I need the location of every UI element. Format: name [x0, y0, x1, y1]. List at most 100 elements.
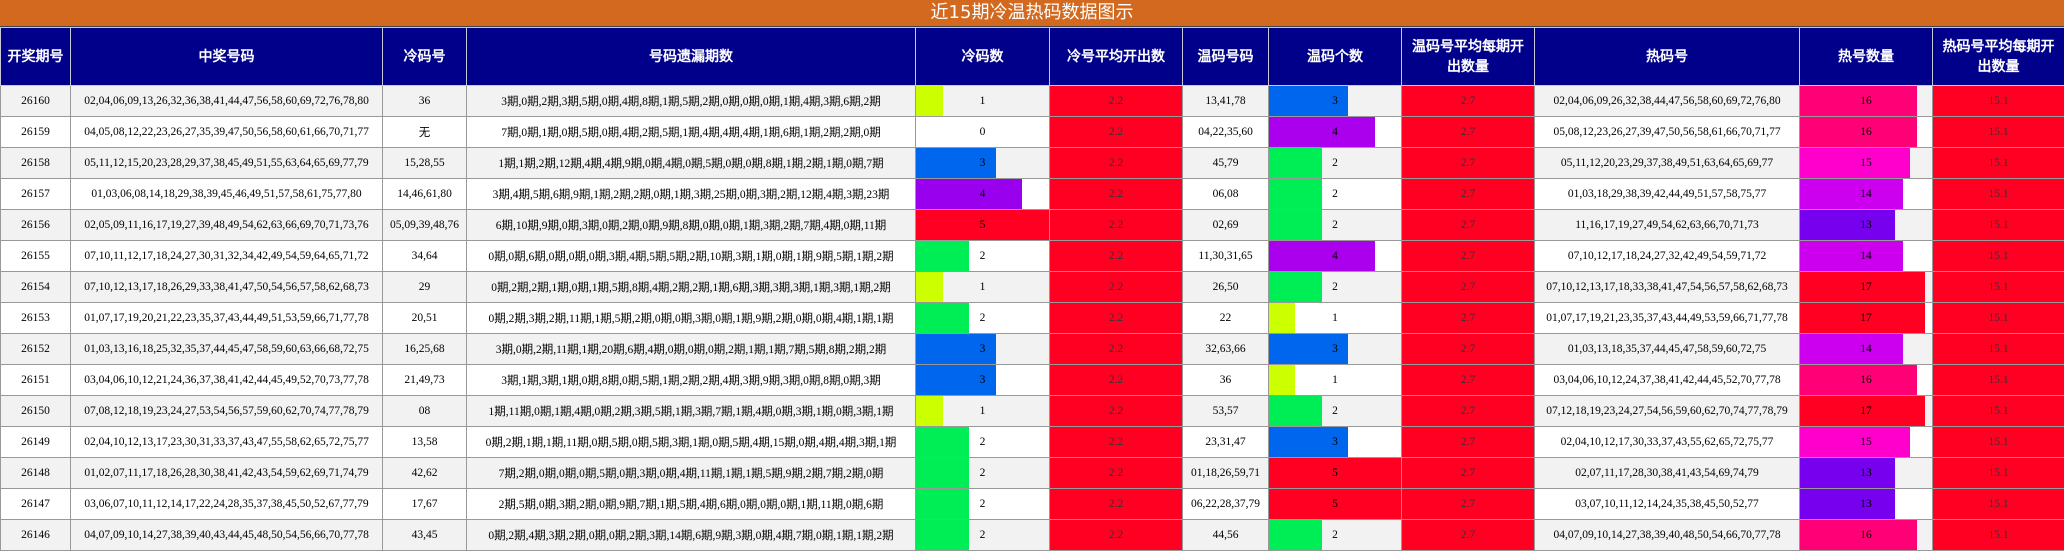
hot-average-cell: 15.1	[1933, 365, 2064, 396]
cold-count-cell-value: 5	[980, 219, 986, 231]
cold-count-cell-value: 2	[980, 312, 986, 324]
winning-numbers-cell: 04,05,08,12,22,23,26,27,35,39,47,50,56,5…	[71, 117, 383, 148]
hot-count-cell: 15	[1800, 427, 1933, 458]
issue-number-cell: 26149	[1, 427, 71, 458]
hot-count-cell-value: 15	[1860, 436, 1872, 448]
cold-count-cell: 2	[916, 427, 1050, 458]
warm-count-cell: 5	[1269, 489, 1402, 520]
warm-count-cell-bar	[1269, 520, 1322, 550]
issue-number-cell: 26157	[1, 179, 71, 210]
hot-count-cell: 17	[1800, 272, 1933, 303]
warm-count-cell-bar	[1269, 365, 1295, 395]
warm-count-cell-bar	[1269, 117, 1375, 147]
cold-count-cell: 1	[916, 86, 1050, 117]
warm-numbers-cell: 04,22,35,60	[1183, 117, 1269, 148]
miss-periods-cell: 7期,0期,1期,0期,5期,0期,4期,2期,5期,1期,4期,4期,4期,1…	[467, 117, 916, 148]
cold-count-cell: 2	[916, 489, 1050, 520]
issue-number-cell: 26150	[1, 396, 71, 427]
warm-average-cell: 2.7	[1402, 117, 1535, 148]
cold-count-cell-bar	[916, 427, 969, 457]
hot-count-cell: 14	[1800, 334, 1933, 365]
miss-periods-cell: 0期,2期,2期,1期,0期,1期,5期,8期,4期,2期,2期,1期,6期,3…	[467, 272, 916, 303]
cold-numbers-cell: 36	[383, 86, 467, 117]
winning-numbers-cell: 02,04,06,09,13,26,32,36,38,41,44,47,56,5…	[71, 86, 383, 117]
warm-count-cell: 3	[1269, 334, 1402, 365]
hot-count-cell-bar	[1800, 458, 1895, 488]
issue-number-cell: 26158	[1, 148, 71, 179]
hot-count-cell-bar	[1800, 520, 1917, 550]
issue-number-cell: 26155	[1, 241, 71, 272]
cold-count-cell-value: 3	[980, 374, 986, 386]
warm-count-cell: 1	[1269, 303, 1402, 334]
hot-count-cell: 14	[1800, 179, 1933, 210]
hot-count-cell-value: 16	[1860, 126, 1872, 138]
hot-count-cell-bar	[1800, 427, 1910, 457]
hot-count-cell: 16	[1800, 117, 1933, 148]
hot-numbers-cell: 02,04,06,09,26,32,38,44,47,56,58,60,69,7…	[1535, 86, 1800, 117]
warm-numbers-cell: 23,31,47	[1183, 427, 1269, 458]
warm-numbers-cell: 36	[1183, 365, 1269, 396]
header-warm-numbers: 温码号码	[1183, 28, 1269, 86]
cold-count-cell: 2	[916, 303, 1050, 334]
hot-count-cell-bar	[1800, 210, 1895, 240]
miss-periods-cell: 7期,2期,0期,0期,0期,5期,0期,3期,0期,4期,11期,1期,1期,…	[467, 458, 916, 489]
hot-count-cell: 17	[1800, 303, 1933, 334]
cold-count-cell-value: 2	[980, 529, 986, 541]
cold-count-cell: 5	[916, 210, 1050, 241]
cold-numbers-cell: 17,67	[383, 489, 467, 520]
cold-numbers-cell: 13,58	[383, 427, 467, 458]
header-warm-count: 温码个数	[1269, 28, 1402, 86]
warm-count-cell-bar	[1269, 179, 1322, 209]
hot-count-cell: 13	[1800, 489, 1933, 520]
warm-count-cell-value: 2	[1332, 529, 1338, 541]
cold-average-cell: 2.2	[1050, 241, 1183, 272]
warm-count-cell: 2	[1269, 210, 1402, 241]
hot-average-cell: 15.1	[1933, 489, 2064, 520]
warm-count-cell-value: 4	[1332, 250, 1338, 262]
header-cold-numbers: 冷码号	[383, 28, 467, 86]
hot-count-cell-value: 14	[1860, 188, 1872, 200]
cold-numbers-cell: 29	[383, 272, 467, 303]
miss-periods-cell: 0期,0期,6期,0期,0期,0期,3期,4期,5期,5期,2期,10期,3期,…	[467, 241, 916, 272]
warm-average-cell: 2.7	[1402, 489, 1535, 520]
hot-average-cell: 15.1	[1933, 86, 2064, 117]
warm-average-cell: 2.7	[1402, 365, 1535, 396]
cold-average-cell: 2.2	[1050, 86, 1183, 117]
hot-count-cell: 14	[1800, 241, 1933, 272]
cold-average-cell: 2.2	[1050, 334, 1183, 365]
cold-count-cell-value: 3	[980, 157, 986, 169]
hot-count-cell-value: 13	[1860, 498, 1872, 510]
cold-count-cell: 2	[916, 520, 1050, 551]
hot-count-cell-bar	[1800, 489, 1895, 519]
hot-numbers-cell: 03,04,06,10,12,24,37,38,41,42,44,45,52,7…	[1535, 365, 1800, 396]
warm-numbers-cell: 26,50	[1183, 272, 1269, 303]
cold-numbers-cell: 05,09,39,48,76	[383, 210, 467, 241]
cold-count-cell-bar	[916, 272, 943, 302]
miss-periods-cell: 2期,5期,0期,3期,2期,0期,9期,7期,1期,5期,4期,6期,0期,0…	[467, 489, 916, 520]
warm-average-cell: 2.7	[1402, 210, 1535, 241]
hot-average-cell: 15.1	[1933, 427, 2064, 458]
winning-numbers-cell: 02,05,09,11,16,17,19,27,39,48,49,54,62,6…	[71, 210, 383, 241]
table-row: 2614604,07,09,10,14,27,38,39,40,43,44,45…	[1, 520, 2064, 551]
cold-average-cell: 2.2	[1050, 117, 1183, 148]
issue-number-cell: 26151	[1, 365, 71, 396]
cold-count-cell-bar	[916, 458, 969, 488]
warm-count-cell-bar	[1269, 210, 1322, 240]
warm-numbers-cell: 02,69	[1183, 210, 1269, 241]
hot-count-cell-bar	[1800, 365, 1917, 395]
hot-count-cell-bar	[1800, 117, 1917, 147]
cold-count-cell: 2	[916, 458, 1050, 489]
warm-count-cell-value: 3	[1332, 95, 1338, 107]
page-title: 近15期冷温热码数据图示	[0, 0, 2064, 27]
warm-numbers-cell: 22	[1183, 303, 1269, 334]
cold-count-cell: 1	[916, 272, 1050, 303]
hot-numbers-cell: 03,07,10,11,12,14,24,35,38,45,50,52,77	[1535, 489, 1800, 520]
header-warm-average: 温码号平均每期开出数量	[1402, 28, 1535, 86]
table-row: 2615201,03,13,16,18,25,32,35,37,44,45,47…	[1, 334, 2064, 365]
winning-numbers-cell: 05,11,12,15,20,23,28,29,37,38,45,49,51,5…	[71, 148, 383, 179]
warm-count-cell: 4	[1269, 117, 1402, 148]
warm-numbers-cell: 13,41,78	[1183, 86, 1269, 117]
hot-count-cell: 15	[1800, 148, 1933, 179]
hot-count-cell: 13	[1800, 458, 1933, 489]
cold-numbers-cell: 08	[383, 396, 467, 427]
